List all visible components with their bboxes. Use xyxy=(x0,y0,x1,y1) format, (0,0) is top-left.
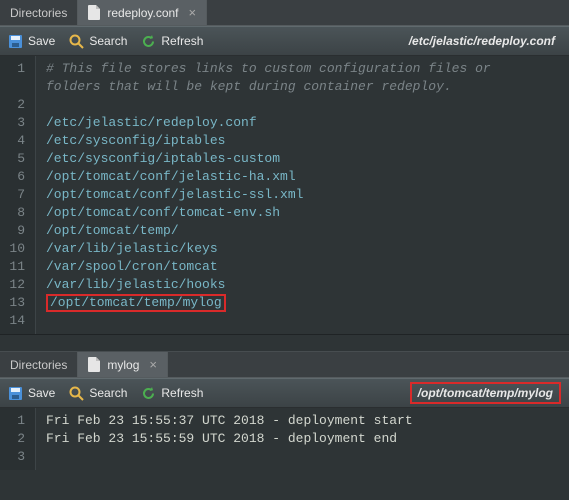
code-editor[interactable]: 1 2 3 4 5 6 7 8 9 10 11 12 13 14 # This … xyxy=(0,56,569,334)
line-gutter: 1 2 3 xyxy=(0,408,36,470)
refresh-icon xyxy=(141,386,156,401)
tab-label: Directories xyxy=(10,358,67,372)
code-path: /opt/tomcat/conf/tomcat-env.sh xyxy=(46,205,280,220)
pane-divider[interactable] xyxy=(0,334,569,352)
tab-label: mylog xyxy=(107,358,139,372)
button-label: Save xyxy=(28,386,55,400)
file-icon xyxy=(88,357,101,372)
button-label: Save xyxy=(28,34,55,48)
tab-file-mylog[interactable]: mylog × xyxy=(78,352,168,377)
tab-directories[interactable]: Directories xyxy=(0,352,78,377)
search-icon xyxy=(69,34,84,49)
tab-label: redeploy.conf xyxy=(107,6,178,20)
close-icon[interactable]: × xyxy=(189,6,197,19)
refresh-button[interactable]: Refresh xyxy=(141,34,203,49)
tab-label: Directories xyxy=(10,6,67,20)
code-path: /var/spool/cron/tomcat xyxy=(46,259,218,274)
refresh-icon xyxy=(141,34,156,49)
code-comment: # This file stores links to custom confi… xyxy=(46,61,491,76)
file-path: /etc/jelastic/redeploy.conf xyxy=(403,32,561,50)
log-line: Fri Feb 23 15:55:37 UTC 2018 - deploymen… xyxy=(46,413,413,428)
tab-bar: Directories redeploy.conf × xyxy=(0,0,569,26)
search-icon xyxy=(69,386,84,401)
line-gutter: 1 2 3 4 5 6 7 8 9 10 11 12 13 14 xyxy=(0,56,36,334)
code-path: /etc/jelastic/redeploy.conf xyxy=(46,115,257,130)
file-icon xyxy=(88,5,101,20)
code-body[interactable]: Fri Feb 23 15:55:37 UTC 2018 - deploymen… xyxy=(36,408,569,470)
tab-directories[interactable]: Directories xyxy=(0,0,78,25)
button-label: Refresh xyxy=(161,386,203,400)
code-comment: folders that will be kept during contain… xyxy=(46,79,452,94)
code-path: /var/lib/jelastic/hooks xyxy=(46,277,225,292)
search-button[interactable]: Search xyxy=(69,34,127,49)
editor-pane-bottom: Directories mylog × Save Search xyxy=(0,352,569,470)
code-editor[interactable]: 1 2 3 Fri Feb 23 15:55:37 UTC 2018 - dep… xyxy=(0,408,569,470)
code-path: /etc/sysconfig/iptables-custom xyxy=(46,151,280,166)
code-path-highlighted: /opt/tomcat/temp/mylog xyxy=(46,294,226,312)
save-icon xyxy=(8,34,23,49)
search-button[interactable]: Search xyxy=(69,386,127,401)
code-path: /opt/tomcat/temp/ xyxy=(46,223,179,238)
tab-bar: Directories mylog × xyxy=(0,352,569,378)
code-path: /opt/tomcat/conf/jelastic-ha.xml xyxy=(46,169,296,184)
code-body[interactable]: # This file stores links to custom confi… xyxy=(36,56,569,334)
code-path: /etc/sysconfig/iptables xyxy=(46,133,225,148)
save-button[interactable]: Save xyxy=(8,34,55,49)
log-line: Fri Feb 23 15:55:59 UTC 2018 - deploymen… xyxy=(46,431,397,446)
file-path-highlighted: /opt/tomcat/temp/mylog xyxy=(410,382,561,404)
code-path: /opt/tomcat/conf/jelastic-ssl.xml xyxy=(46,187,303,202)
button-label: Search xyxy=(89,34,127,48)
code-path: /var/lib/jelastic/keys xyxy=(46,241,218,256)
toolbar: Save Search Refresh /opt/tomcat/temp/myl… xyxy=(0,378,569,408)
refresh-button[interactable]: Refresh xyxy=(141,386,203,401)
button-label: Refresh xyxy=(161,34,203,48)
tab-file-redeploy[interactable]: redeploy.conf × xyxy=(78,0,207,25)
button-label: Search xyxy=(89,386,127,400)
save-button[interactable]: Save xyxy=(8,386,55,401)
close-icon[interactable]: × xyxy=(149,358,157,371)
toolbar: Save Search Refresh /etc/jelastic/redepl… xyxy=(0,26,569,56)
save-icon xyxy=(8,386,23,401)
editor-pane-top: Directories redeploy.conf × Save Search xyxy=(0,0,569,334)
